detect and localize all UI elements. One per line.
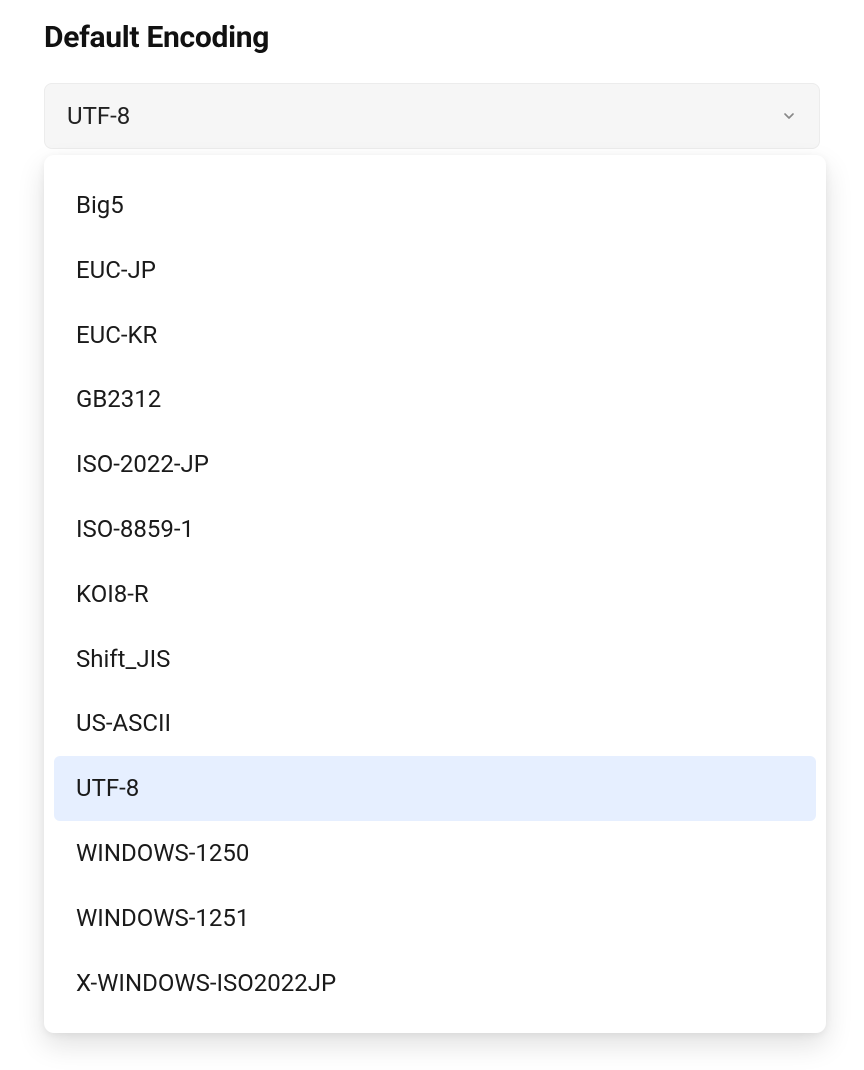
- encoding-select-trigger[interactable]: UTF-8: [44, 83, 820, 149]
- encoding-option[interactable]: ISO-2022-JP: [54, 432, 816, 497]
- encoding-option[interactable]: GB2312: [54, 367, 816, 432]
- encoding-option[interactable]: EUC-JP: [54, 238, 816, 303]
- encoding-option[interactable]: US-ASCII: [54, 691, 816, 756]
- encoding-option[interactable]: X-WINDOWS-ISO2022JP: [54, 951, 816, 1016]
- encoding-option[interactable]: WINDOWS-1250: [54, 821, 816, 886]
- encoding-option[interactable]: Shift_JIS: [54, 627, 816, 692]
- encoding-select: UTF-8 Big5 EUC-JP EUC-KR GB2312 ISO-2022…: [44, 83, 820, 149]
- encoding-option[interactable]: ISO-8859-1: [54, 497, 816, 562]
- encoding-option[interactable]: WINDOWS-1251: [54, 886, 816, 951]
- encoding-option[interactable]: UTF-8: [54, 756, 816, 821]
- encoding-option[interactable]: EUC-KR: [54, 303, 816, 368]
- encoding-option[interactable]: Big5: [54, 173, 816, 238]
- encoding-selected-value: UTF-8: [67, 102, 130, 130]
- encoding-dropdown: Big5 EUC-JP EUC-KR GB2312 ISO-2022-JP IS…: [44, 155, 826, 1033]
- chevron-down-icon: [781, 102, 797, 130]
- section-heading: Default Encoding: [44, 20, 820, 55]
- encoding-option[interactable]: KOI8-R: [54, 562, 816, 627]
